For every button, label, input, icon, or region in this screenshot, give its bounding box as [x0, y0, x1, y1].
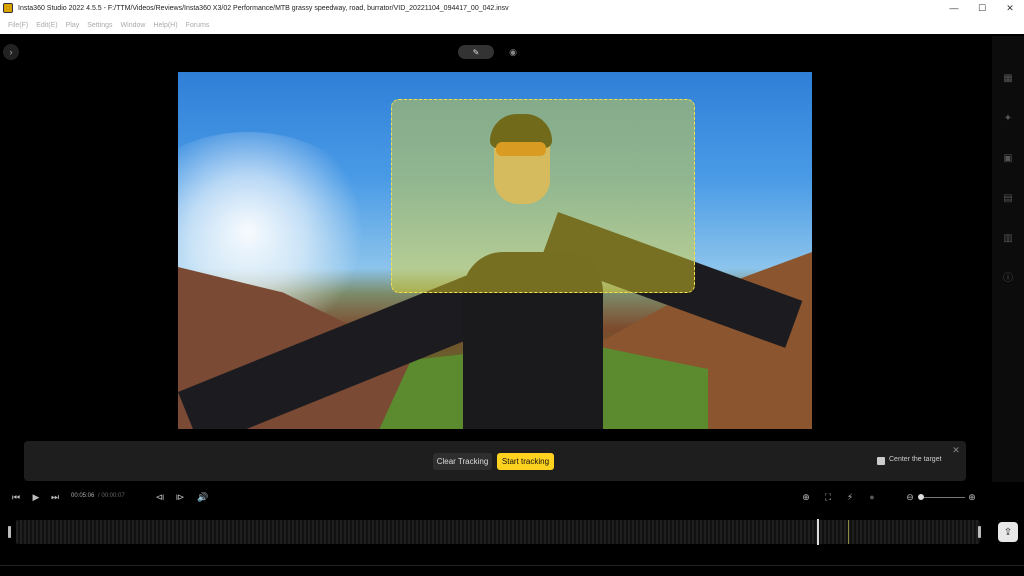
zoom-slider-track[interactable]	[919, 497, 965, 498]
title-bar: Insta360 Studio 2022 4.5.5 - F:/TTM/Vide…	[0, 0, 1024, 16]
window-controls: — ☐ ✕	[940, 0, 1024, 16]
center-target-checkbox[interactable]	[877, 457, 885, 465]
snapshot-icon[interactable]: ⛶	[822, 491, 834, 503]
media-icon[interactable]: ▣	[1002, 152, 1014, 164]
menu-bar: File(F) Edit(E) Play Settings Window Hel…	[0, 16, 1024, 34]
zoom-in-icon[interactable]: ⊕	[966, 491, 978, 503]
menu-file[interactable]: File(F)	[8, 22, 28, 29]
volume-icon[interactable]: 🔊	[196, 491, 210, 503]
menu-edit[interactable]: Edit(E)	[36, 22, 57, 29]
tracking-selection-box[interactable]	[391, 99, 695, 293]
adjust-icon[interactable]: ▤	[1002, 192, 1014, 204]
menu-forums[interactable]: Forums	[186, 22, 210, 29]
video-preview[interactable]	[178, 72, 812, 429]
marker-icon[interactable]: ●	[866, 491, 878, 503]
minimize-button[interactable]: —	[940, 0, 968, 16]
maximize-button[interactable]: ☐	[968, 0, 996, 16]
timeline-playhead[interactable]	[817, 519, 819, 545]
layers-icon[interactable]: ▥	[1002, 232, 1014, 244]
total-time: / 00:00:07	[98, 493, 125, 499]
add-keyframe-icon[interactable]: ⊕	[800, 491, 812, 503]
timeline-marker	[848, 520, 849, 544]
export-icon[interactable]: ⇪	[998, 522, 1018, 542]
bottom-divider	[0, 565, 1024, 566]
effects-icon[interactable]: ✦	[1002, 112, 1014, 124]
mark-in-icon[interactable]: ⧏	[154, 491, 166, 503]
start-tracking-button[interactable]: Start tracking	[497, 453, 554, 470]
mark-out-icon[interactable]: ⧐	[174, 491, 186, 503]
window-title: Insta360 Studio 2022 4.5.5 - F:/TTM/Vide…	[18, 4, 509, 12]
skip-forward-icon[interactable]: ⏭	[49, 491, 61, 503]
close-window-button[interactable]: ✕	[996, 0, 1024, 16]
app-logo-icon	[3, 3, 13, 13]
speed-icon[interactable]: ⚡	[844, 491, 856, 503]
close-panel-icon[interactable]: ✕	[951, 445, 961, 455]
edit-view-toggle-icon[interactable]: ✎	[458, 45, 494, 59]
zoom-out-icon[interactable]: ⊖	[904, 491, 916, 503]
current-time: 00:05:06	[71, 493, 95, 499]
timeline-end-handle[interactable]	[978, 526, 981, 538]
right-sidebar: ▦ ✦ ▣ ▤ ▥ ⓘ	[992, 36, 1024, 482]
clear-tracking-button[interactable]: Clear Tracking	[433, 453, 492, 470]
frame-icon[interactable]: ▦	[1002, 72, 1014, 84]
skip-back-icon[interactable]: ⏮	[10, 491, 22, 503]
timeline-start-handle[interactable]	[8, 526, 11, 538]
menu-settings[interactable]: Settings	[87, 22, 112, 29]
menu-help[interactable]: Help(H)	[153, 22, 177, 29]
preview-eye-icon[interactable]: ◉	[506, 45, 520, 59]
center-target-label: Center the target	[889, 456, 942, 463]
play-icon[interactable]: ▶	[30, 491, 42, 503]
menu-window[interactable]: Window	[121, 22, 146, 29]
timeline-track[interactable]	[16, 520, 980, 544]
tracking-panel	[24, 441, 966, 481]
expand-panel-icon[interactable]: ›	[3, 44, 19, 60]
info-icon[interactable]: ⓘ	[1002, 270, 1014, 284]
menu-play[interactable]: Play	[66, 22, 80, 29]
